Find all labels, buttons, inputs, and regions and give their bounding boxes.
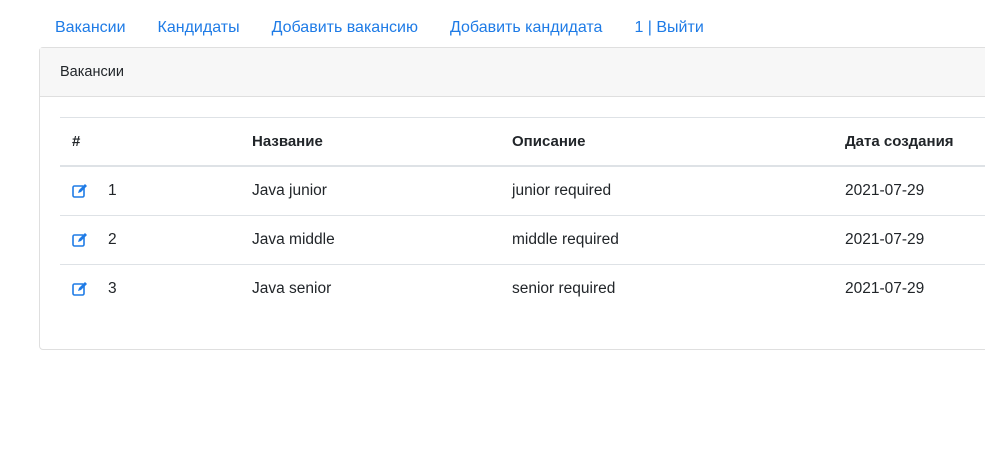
nav-logout-link[interactable]: 1 | Выйти [618, 12, 719, 44]
edit-icon[interactable] [72, 232, 88, 248]
row-name: Java senior [252, 280, 332, 298]
row-id: 3 [108, 280, 117, 298]
column-header-number: # [72, 133, 81, 150]
top-nav: Вакансии Кандидаты Добавить вакансию Доб… [39, 12, 720, 44]
row-description: middle required [512, 231, 619, 248]
column-header-created: Дата создания [845, 133, 954, 150]
card-body: # Название Описание Дата создания 1 Java… [60, 117, 985, 314]
table-row: 1 Java junior junior required 2021-07-29 [60, 166, 985, 216]
column-header-name: Название [252, 133, 323, 150]
row-id: 1 [108, 182, 117, 199]
nav-vacancies-link[interactable]: Вакансии [39, 12, 142, 44]
row-description: junior required [512, 182, 612, 199]
nav-add-vacancy-link[interactable]: Добавить вакансию [256, 12, 434, 44]
row-created: 2021-07-29 [845, 231, 925, 248]
row-name: Java junior [252, 182, 327, 199]
edit-icon[interactable] [72, 183, 88, 199]
table-row: 3 Java senior senior required 2021-07-29 [60, 265, 985, 314]
nav-candidates-link[interactable]: Кандидаты [142, 12, 256, 44]
table-header-row: # Название Описание Дата создания [60, 117, 985, 166]
column-header-description: Описание [512, 133, 586, 150]
row-created: 2021-07-29 [845, 280, 925, 298]
nav-add-candidate-link[interactable]: Добавить кандидата [434, 12, 618, 44]
vacancies-card: Вакансии # Название Описание Дата создан… [39, 47, 985, 350]
vacancies-table: # Название Описание Дата создания 1 Java… [60, 117, 985, 314]
table-row: 2 Java middle middle required 2021-07-29 [60, 216, 985, 265]
row-created: 2021-07-29 [845, 182, 925, 199]
row-name: Java middle [252, 231, 335, 248]
card-title: Вакансии [40, 48, 985, 97]
row-id: 2 [108, 231, 117, 248]
row-description: senior required [512, 280, 616, 298]
edit-icon[interactable] [72, 281, 88, 297]
